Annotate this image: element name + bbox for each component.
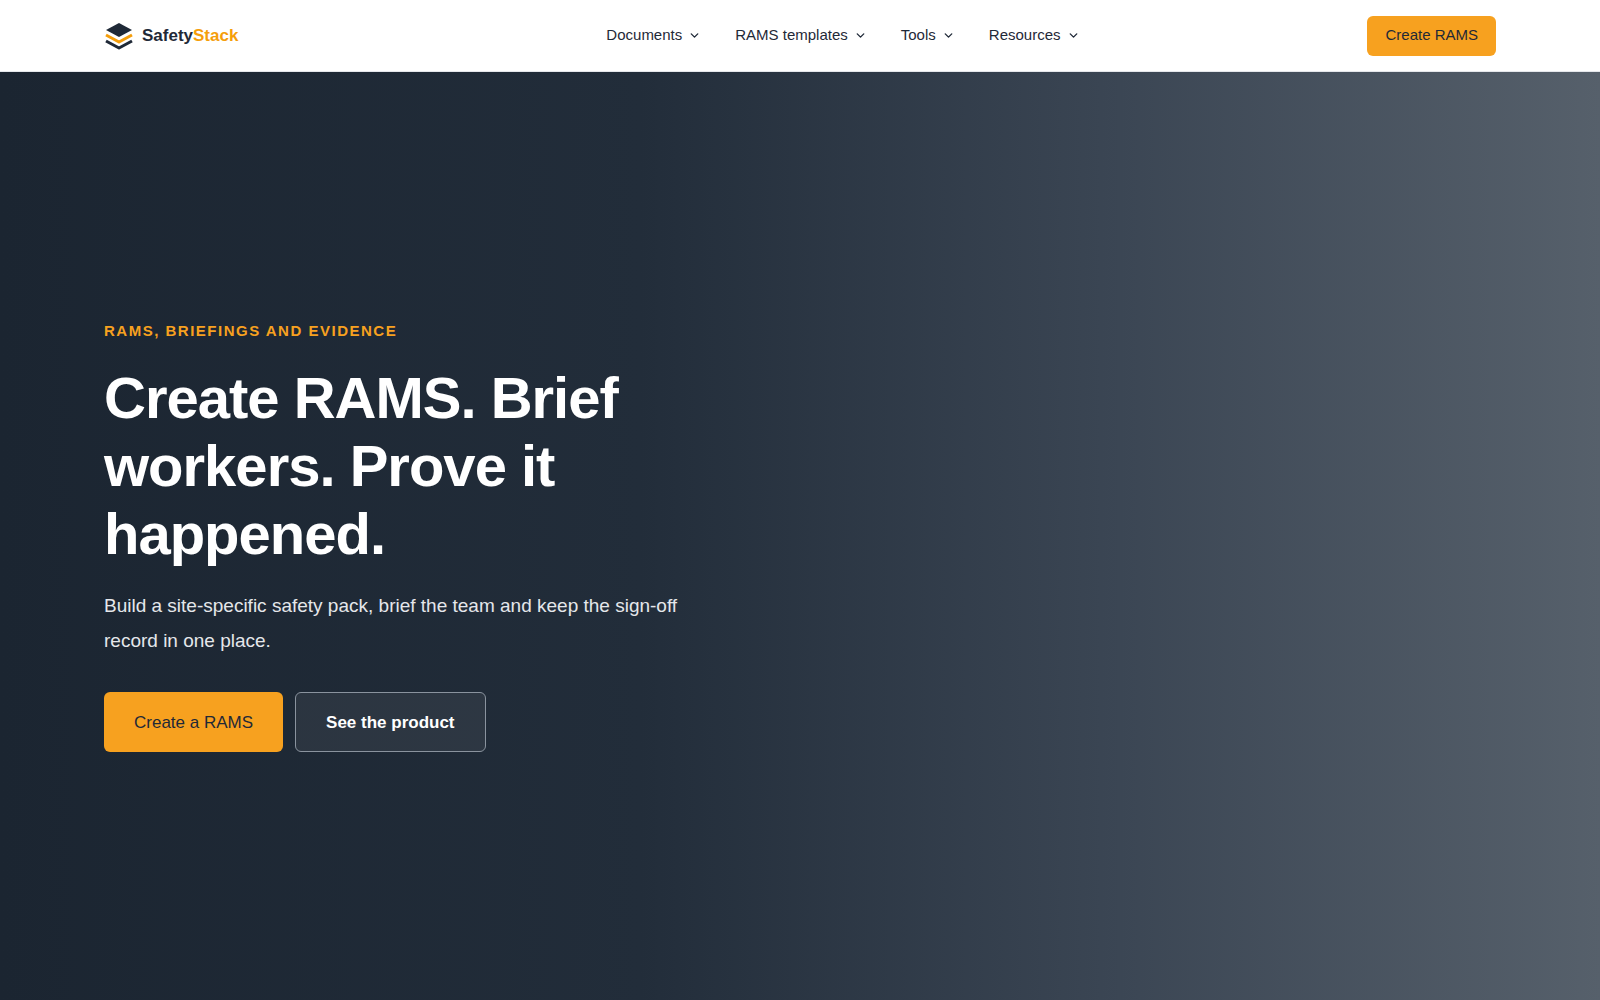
page: SafetyStack Documents RAMS templates Tools R… bbox=[0, 0, 1600, 1000]
hero-subtitle: Build a site-specific safety pack, brief… bbox=[104, 588, 724, 658]
nav-item[interactable]: Tools bbox=[901, 24, 955, 47]
nav-item[interactable]: Documents bbox=[606, 24, 701, 47]
chevron-down-icon bbox=[854, 29, 867, 42]
hero-buttons: Create a RAMSSee the product bbox=[104, 692, 744, 752]
primary-button[interactable]: Create a RAMS bbox=[104, 692, 283, 752]
hero-eyebrow: RAMS, BRIEFINGS AND EVIDENCE bbox=[104, 320, 744, 343]
logo[interactable]: SafetyStack bbox=[104, 21, 238, 51]
hero-title: Create RAMS. Brief workers. Prove it hap… bbox=[104, 364, 744, 568]
chevron-down-icon bbox=[942, 29, 955, 42]
hero: RAMS, BRIEFINGS AND EVIDENCE Create RAMS.… bbox=[0, 72, 1600, 1000]
logo-text: SafetyStack bbox=[142, 23, 238, 49]
header: SafetyStack Documents RAMS templates Tools R… bbox=[0, 0, 1600, 72]
nav-item[interactable]: RAMS templates bbox=[735, 24, 867, 47]
hero-content: RAMS, BRIEFINGS AND EVIDENCE Create RAMS.… bbox=[104, 320, 744, 753]
chevron-down-icon bbox=[688, 29, 701, 42]
main-nav: Documents RAMS templates Tools Resources bbox=[606, 24, 1079, 47]
nav-item[interactable]: Resources bbox=[989, 24, 1080, 47]
secondary-button[interactable]: See the product bbox=[295, 692, 485, 752]
chevron-down-icon bbox=[1067, 29, 1080, 42]
logo-icon bbox=[104, 21, 134, 51]
header-cta-button[interactable]: Create RAMS bbox=[1367, 16, 1496, 56]
